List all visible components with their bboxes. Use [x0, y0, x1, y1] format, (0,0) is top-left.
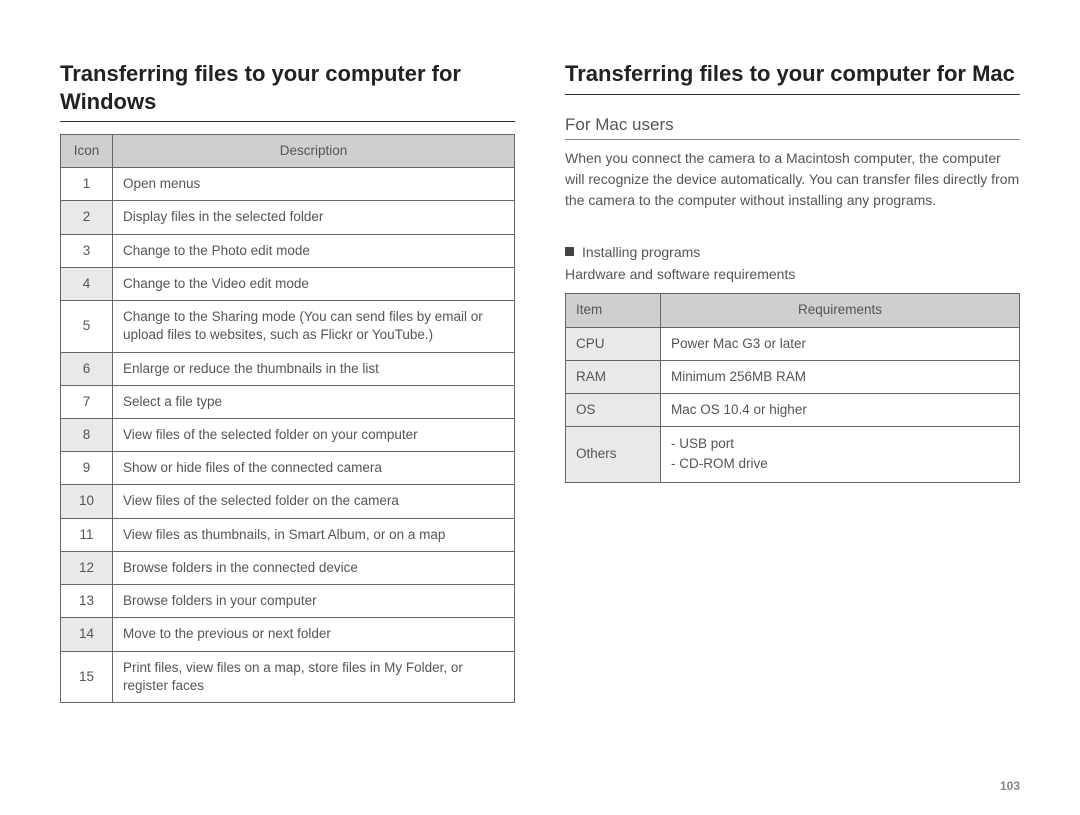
table-row: 12Browse folders in the connected device	[61, 551, 515, 584]
table-row: 5Change to the Sharing mode (You can sen…	[61, 301, 515, 352]
square-bullet-icon	[565, 247, 574, 256]
icon-cell: 12	[61, 551, 113, 584]
requirement-cell: Mac OS 10.4 or higher	[661, 393, 1020, 426]
installing-line-1: Installing programs	[582, 244, 700, 260]
mac-paragraph: When you connect the camera to a Macinto…	[565, 148, 1020, 211]
icon-cell: 15	[61, 651, 113, 702]
description-cell: Change to the Photo edit mode	[113, 234, 515, 267]
icon-cell: 1	[61, 168, 113, 201]
right-section-title: Transferring files to your computer for …	[565, 60, 1020, 95]
table-row: CPUPower Mac G3 or later	[566, 327, 1020, 360]
description-cell: Change to the Video edit mode	[113, 267, 515, 300]
table-row: 15Print files, view files on a map, stor…	[61, 651, 515, 702]
table-row: 3Change to the Photo edit mode	[61, 234, 515, 267]
req-header-requirements: Requirements	[661, 294, 1020, 327]
table-row: Others- USB port- CD-ROM drive	[566, 427, 1020, 483]
table-row: OSMac OS 10.4 or higher	[566, 393, 1020, 426]
table-row: 13Browse folders in your computer	[61, 585, 515, 618]
mac-subheading: For Mac users	[565, 115, 1020, 140]
description-cell: Show or hide files of the connected came…	[113, 452, 515, 485]
table-row: 9Show or hide files of the connected cam…	[61, 452, 515, 485]
installing-line-2: Hardware and software requirements	[565, 266, 795, 282]
item-cell: RAM	[566, 360, 661, 393]
icon-description-table: Icon Description 1Open menus2Display fil…	[60, 134, 515, 703]
table-row: 7Select a file type	[61, 385, 515, 418]
description-cell: Print files, view files on a map, store …	[113, 651, 515, 702]
description-cell: View files of the selected folder on the…	[113, 485, 515, 518]
table-row: 2Display files in the selected folder	[61, 201, 515, 234]
table-row: 6Enlarge or reduce the thumbnails in the…	[61, 352, 515, 385]
requirement-cell: Minimum 256MB RAM	[661, 360, 1020, 393]
right-column: Transferring files to your computer for …	[565, 60, 1020, 785]
description-cell: View files as thumbnails, in Smart Album…	[113, 518, 515, 551]
table-row: 1Open menus	[61, 168, 515, 201]
icon-cell: 6	[61, 352, 113, 385]
description-cell: Open menus	[113, 168, 515, 201]
page-number: 103	[1000, 779, 1020, 793]
icon-cell: 7	[61, 385, 113, 418]
table-row: 10View files of the selected folder on t…	[61, 485, 515, 518]
description-cell: Enlarge or reduce the thumbnails in the …	[113, 352, 515, 385]
icon-cell: 10	[61, 485, 113, 518]
icon-cell: 8	[61, 418, 113, 451]
icon-cell: 5	[61, 301, 113, 352]
table-header-icon: Icon	[61, 135, 113, 168]
table-row: 11View files as thumbnails, in Smart Alb…	[61, 518, 515, 551]
description-cell: Select a file type	[113, 385, 515, 418]
description-cell: Change to the Sharing mode (You can send…	[113, 301, 515, 352]
table-row: 4Change to the Video edit mode	[61, 267, 515, 300]
icon-cell: 2	[61, 201, 113, 234]
installing-programs-block: Installing programs Hardware and softwar…	[565, 241, 1020, 286]
left-column: Transferring files to your computer for …	[60, 60, 515, 785]
left-section-title: Transferring files to your computer for …	[60, 60, 515, 122]
description-cell: Move to the previous or next folder	[113, 618, 515, 651]
item-cell: Others	[566, 427, 661, 483]
requirement-cell: - USB port- CD-ROM drive	[661, 427, 1020, 483]
requirement-cell: Power Mac G3 or later	[661, 327, 1020, 360]
icon-cell: 14	[61, 618, 113, 651]
description-cell: Browse folders in the connected device	[113, 551, 515, 584]
table-row: 14Move to the previous or next folder	[61, 618, 515, 651]
requirements-table: Item Requirements CPUPower Mac G3 or lat…	[565, 293, 1020, 482]
icon-cell: 9	[61, 452, 113, 485]
req-header-item: Item	[566, 294, 661, 327]
table-row: 8View files of the selected folder on yo…	[61, 418, 515, 451]
description-cell: View files of the selected folder on you…	[113, 418, 515, 451]
description-cell: Display files in the selected folder	[113, 201, 515, 234]
description-cell: Browse folders in your computer	[113, 585, 515, 618]
icon-cell: 4	[61, 267, 113, 300]
icon-cell: 11	[61, 518, 113, 551]
icon-cell: 13	[61, 585, 113, 618]
item-cell: OS	[566, 393, 661, 426]
icon-cell: 3	[61, 234, 113, 267]
item-cell: CPU	[566, 327, 661, 360]
table-row: RAMMinimum 256MB RAM	[566, 360, 1020, 393]
table-header-description: Description	[113, 135, 515, 168]
